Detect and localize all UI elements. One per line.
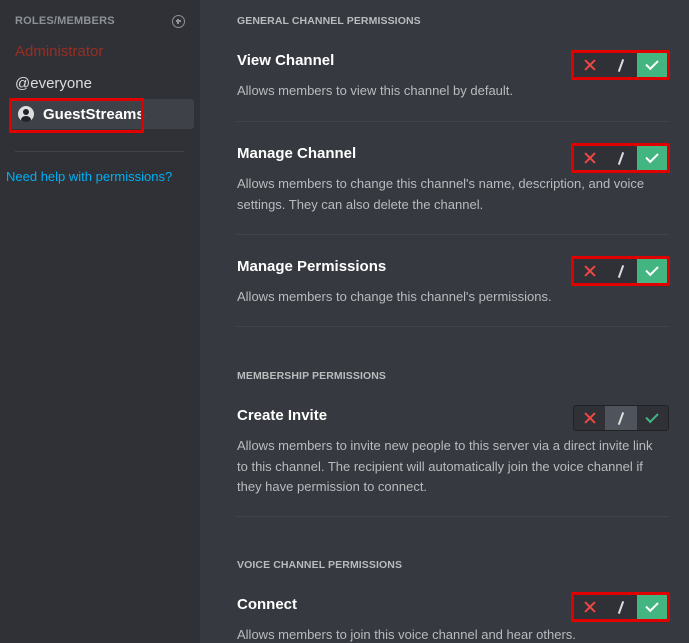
neutral-slash-icon <box>617 411 625 425</box>
divider <box>237 516 669 517</box>
section-header-membership: MEMBERSHIP PERMISSIONS <box>237 370 387 382</box>
role-item-administrator[interactable]: Administrator <box>10 36 194 66</box>
role-label: Administrator <box>15 42 104 60</box>
role-item-everyone[interactable]: @everyone <box>10 68 194 98</box>
permission-title: Create Invite <box>237 407 328 424</box>
deny-button[interactable] <box>574 595 605 619</box>
permission-description: Allows members to join this voice channe… <box>237 627 576 642</box>
divider <box>237 234 669 235</box>
role-label: GuestStreams <box>43 105 145 123</box>
permission-toggle-manage-channel <box>573 145 669 171</box>
deny-x-icon <box>584 265 596 277</box>
allow-check-icon <box>645 262 660 277</box>
permission-title: Manage Channel <box>237 145 357 162</box>
neutral-button[interactable] <box>605 595 636 619</box>
deny-x-icon <box>584 152 596 164</box>
roles-header: ROLES/MEMBERS <box>15 14 185 28</box>
plus-circle-icon[interactable] <box>172 14 185 28</box>
permission-toggle-view-channel <box>573 52 669 78</box>
permission-title: Connect <box>237 596 297 613</box>
allow-check-icon <box>645 598 660 613</box>
allow-button[interactable] <box>636 53 668 77</box>
permissions-panel: GENERAL CHANNEL PERMISSIONS View Channel… <box>237 0 670 643</box>
roles-sidebar: ROLES/MEMBERS Administrator @everyone Gu… <box>0 0 200 643</box>
permission-toggle-manage-permissions <box>573 258 669 284</box>
deny-button[interactable] <box>574 53 605 77</box>
allow-button[interactable] <box>636 595 668 619</box>
deny-x-icon <box>584 412 596 424</box>
role-label: @everyone <box>15 74 92 92</box>
divider <box>237 121 669 122</box>
allow-button[interactable] <box>637 406 668 430</box>
neutral-slash-icon <box>617 264 625 278</box>
deny-button[interactable] <box>574 259 605 283</box>
sidebar-divider <box>15 151 184 152</box>
channel-permissions-window: ROLES/MEMBERS Administrator @everyone Gu… <box>0 0 689 643</box>
permission-title: View Channel <box>237 52 335 69</box>
neutral-slash-icon <box>617 600 625 614</box>
divider <box>237 326 669 327</box>
permission-toggle-connect <box>573 594 669 620</box>
neutral-slash-icon <box>617 58 625 72</box>
permission-toggle-create-invite <box>573 405 669 431</box>
neutral-button[interactable] <box>605 146 636 170</box>
permission-description: Allows members to change this channel's … <box>237 176 645 212</box>
permission-description: Allows members to invite new people to t… <box>237 438 653 494</box>
allow-button[interactable] <box>636 146 668 170</box>
allow-button[interactable] <box>636 259 668 283</box>
allow-check-icon <box>645 409 660 424</box>
allow-check-icon <box>645 56 660 71</box>
neutral-button[interactable] <box>605 53 636 77</box>
deny-button[interactable] <box>574 406 605 430</box>
roles-members-title: ROLES/MEMBERS <box>15 15 115 27</box>
deny-x-icon <box>584 59 596 71</box>
role-item-gueststreams[interactable]: GuestStreams <box>10 99 194 129</box>
neutral-slash-icon <box>617 151 625 165</box>
member-avatar-icon <box>18 106 34 122</box>
neutral-button[interactable] <box>605 406 637 430</box>
permission-description: Allows members to view this channel by d… <box>237 83 514 98</box>
section-header-general: GENERAL CHANNEL PERMISSIONS <box>237 15 421 27</box>
neutral-button[interactable] <box>605 259 636 283</box>
deny-x-icon <box>584 601 596 613</box>
permission-description: Allows members to change this channel's … <box>237 289 552 304</box>
section-header-voice: VOICE CHANNEL PERMISSIONS <box>237 559 403 571</box>
deny-button[interactable] <box>574 146 605 170</box>
allow-check-icon <box>645 149 660 164</box>
permission-title: Manage Permissions <box>237 258 387 275</box>
permissions-help-link[interactable]: Need help with permissions? <box>6 169 172 184</box>
